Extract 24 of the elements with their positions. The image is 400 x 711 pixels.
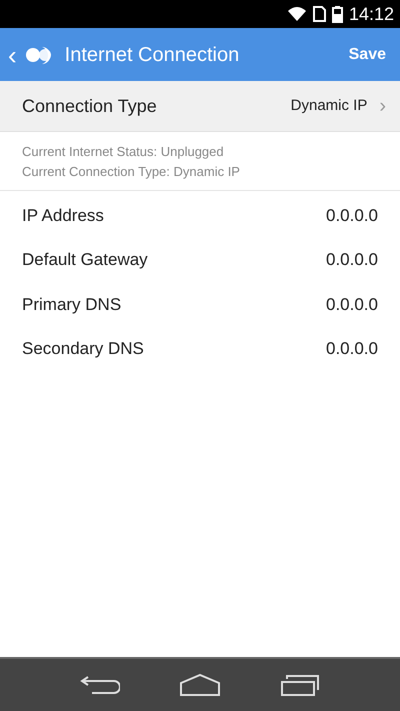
field-value: 0.0.0.0 [326, 294, 378, 316]
field-label: Secondary DNS [22, 338, 145, 360]
back-nav-icon[interactable] [80, 674, 120, 696]
sim-card-icon [312, 6, 326, 22]
recent-apps-icon[interactable] [280, 673, 320, 697]
field-value: 0.0.0.0 [326, 338, 378, 360]
field-label: Primary DNS [22, 294, 122, 316]
page-title: Internet Connection [64, 42, 240, 68]
row-label: Connection Type [22, 94, 158, 118]
field-label: Default Gateway [22, 249, 149, 271]
battery-icon [332, 6, 343, 22]
save-button[interactable]: Save [348, 42, 386, 66]
clock-time: 14:12 [348, 2, 394, 26]
status-text: Current Internet Status: Unplugged [22, 143, 225, 161]
home-icon[interactable] [178, 673, 221, 697]
connection-type-row[interactable]: Connection Type Dynamic IP › [0, 81, 400, 132]
back-button[interactable]: ‹ [8, 42, 17, 68]
chevron-icon: › [379, 91, 386, 121]
field-label: IP Address [22, 204, 105, 226]
wifi-icon [286, 6, 307, 22]
row-value: Dynamic IP [290, 96, 368, 116]
field-value: 0.0.0.0 [326, 249, 378, 271]
status-text: Current Connection Type: Dynamic IP [22, 163, 241, 181]
field-value: 0.0.0.0 [326, 204, 378, 226]
